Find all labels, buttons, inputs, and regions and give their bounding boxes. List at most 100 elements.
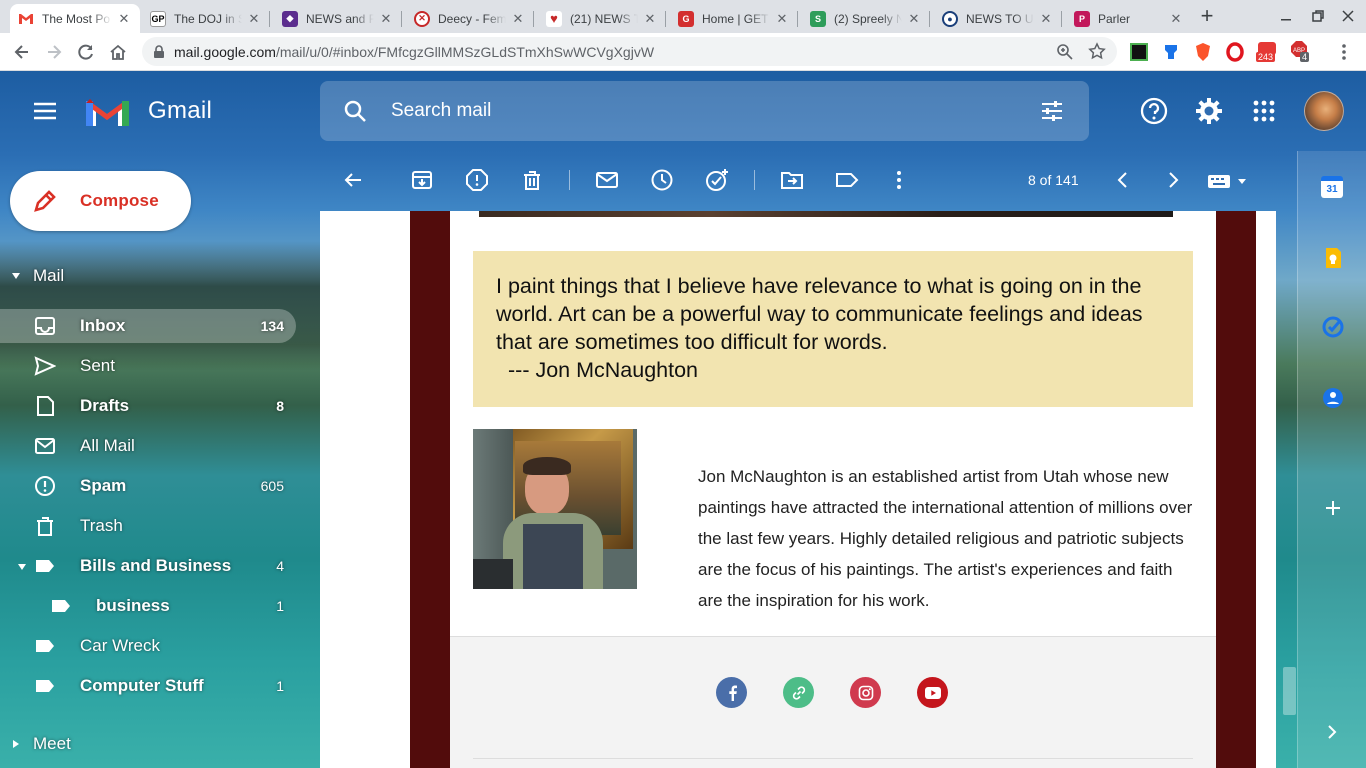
more-options-icon[interactable] bbox=[887, 168, 911, 192]
show-side-panel-chevron-icon[interactable] bbox=[1325, 725, 1339, 739]
nav-label-car-wreck[interactable]: Car Wreck bbox=[0, 629, 296, 663]
nav-drafts[interactable]: Drafts 8 bbox=[0, 389, 296, 423]
mail-section-header[interactable]: Mail bbox=[0, 259, 320, 293]
adblock-icon[interactable]: 243 bbox=[1256, 40, 1278, 62]
youtube-icon[interactable] bbox=[917, 677, 948, 708]
tasks-icon[interactable] bbox=[1322, 316, 1344, 338]
add-to-tasks-icon[interactable] bbox=[705, 168, 729, 192]
tab-close-icon[interactable]: ✕ bbox=[642, 11, 658, 27]
tab-doj[interactable]: GP The DOJ in S ✕ bbox=[142, 4, 270, 33]
mail-icon bbox=[34, 435, 56, 457]
minimize-button[interactable] bbox=[1278, 8, 1294, 24]
nav-count: 8 bbox=[276, 398, 284, 414]
tab-close-icon[interactable]: ✕ bbox=[510, 11, 526, 27]
contacts-icon[interactable] bbox=[1322, 387, 1344, 409]
restore-button[interactable] bbox=[1310, 8, 1326, 24]
tab-close-icon[interactable]: ✕ bbox=[774, 11, 790, 27]
nav-label-computer-stuff[interactable]: Computer Stuff 1 bbox=[0, 669, 296, 703]
tab-deecy[interactable]: ✕ Deecy - Fem ✕ bbox=[406, 4, 534, 33]
input-tools-keyboard-icon[interactable] bbox=[1207, 172, 1247, 190]
report-spam-icon[interactable] bbox=[465, 168, 489, 192]
mark-unread-icon[interactable] bbox=[595, 168, 619, 192]
move-to-icon[interactable] bbox=[780, 168, 804, 192]
nav-label-bills-and-business[interactable]: Bills and Business 4 bbox=[0, 549, 296, 583]
abp-icon[interactable]: ABP 4 bbox=[1290, 40, 1312, 62]
tab-parler[interactable]: P Parler ✕ bbox=[1066, 4, 1192, 33]
gmail-logo-text: Gmail bbox=[148, 97, 213, 124]
main-menu-icon[interactable] bbox=[32, 98, 58, 124]
forward-arrow-icon[interactable] bbox=[44, 42, 64, 62]
compose-button[interactable]: Compose bbox=[10, 171, 191, 231]
back-to-inbox-icon[interactable] bbox=[341, 168, 365, 192]
snooze-icon[interactable] bbox=[650, 168, 674, 192]
back-arrow-icon[interactable] bbox=[12, 42, 32, 62]
tab-gmail[interactable]: The Most Po ✕ bbox=[10, 4, 140, 33]
nav-label: Inbox bbox=[80, 316, 126, 335]
zoom-icon[interactable] bbox=[1056, 43, 1073, 60]
facebook-icon[interactable] bbox=[716, 677, 747, 708]
url-path: /mail/u/0/#inbox/FMfcgzGllMMSzGLdSTmXhSw… bbox=[275, 43, 655, 60]
older-chevron-right-icon[interactable] bbox=[1161, 168, 1185, 192]
search-input[interactable]: Search mail bbox=[391, 100, 491, 122]
settings-gear-icon[interactable] bbox=[1195, 97, 1223, 125]
nav-label-business[interactable]: business 1 bbox=[0, 589, 296, 623]
nav-label: Car Wreck bbox=[80, 636, 160, 655]
address-bar[interactable]: mail.google.com/mail/u/0/#inbox/FMfcgzGl… bbox=[142, 37, 1117, 66]
message-scrollbar[interactable] bbox=[1283, 667, 1296, 715]
search-options-icon[interactable] bbox=[1040, 99, 1064, 123]
bookmark-star-icon[interactable] bbox=[1088, 42, 1106, 60]
meet-section-header[interactable]: Meet bbox=[0, 727, 320, 761]
nav-label: Drafts bbox=[80, 396, 130, 415]
close-window-button[interactable] bbox=[1340, 8, 1356, 24]
archive-icon[interactable] bbox=[410, 168, 434, 192]
nav-sent[interactable]: Sent bbox=[0, 349, 296, 383]
header-image-edge bbox=[479, 211, 1173, 217]
link-icon[interactable] bbox=[783, 677, 814, 708]
opera-icon[interactable] bbox=[1226, 42, 1244, 62]
tab-close-icon[interactable]: ✕ bbox=[378, 11, 394, 27]
browser-menu-icon[interactable] bbox=[1336, 42, 1352, 62]
label-as-icon[interactable] bbox=[835, 168, 859, 192]
gmail-favicon bbox=[18, 11, 34, 27]
label-icon bbox=[50, 595, 72, 617]
help-icon[interactable] bbox=[1140, 97, 1168, 125]
tab-close-icon[interactable]: ✕ bbox=[906, 11, 922, 27]
newer-chevron-left-icon[interactable] bbox=[1111, 168, 1135, 192]
caret-right-icon bbox=[11, 739, 21, 749]
tab-close-icon[interactable]: ✕ bbox=[116, 11, 132, 27]
brave-icon[interactable] bbox=[1194, 42, 1212, 62]
tab-close-icon[interactable]: ✕ bbox=[1038, 11, 1054, 27]
google-apps-icon[interactable] bbox=[1253, 100, 1275, 122]
search-icon[interactable] bbox=[343, 99, 367, 123]
account-avatar[interactable] bbox=[1304, 91, 1344, 131]
search-bar[interactable]: Search mail bbox=[320, 81, 1089, 141]
extension-icon[interactable] bbox=[1162, 42, 1180, 62]
reload-icon[interactable] bbox=[76, 42, 96, 62]
keep-icon[interactable] bbox=[1323, 246, 1343, 270]
tab-news-to-u[interactable]: ● NEWS TO U ✕ bbox=[934, 4, 1062, 33]
nav-spam[interactable]: Spam 605 bbox=[0, 469, 296, 503]
tab-spreely[interactable]: S (2) Spreely N ✕ bbox=[802, 4, 930, 33]
pencil-icon bbox=[32, 188, 58, 214]
tab-close-icon[interactable]: ✕ bbox=[1168, 11, 1184, 27]
gmail-logo-icon[interactable] bbox=[85, 95, 130, 128]
nav-all-mail[interactable]: All Mail bbox=[0, 429, 296, 463]
url-host: mail.google.com bbox=[174, 43, 276, 60]
instagram-icon[interactable] bbox=[850, 677, 881, 708]
lock-icon bbox=[153, 45, 165, 58]
side-panel: 31 bbox=[1297, 151, 1366, 768]
nav-inbox[interactable]: Inbox 134 bbox=[0, 309, 296, 343]
tab-news-and[interactable]: ◆ NEWS and F ✕ bbox=[274, 4, 402, 33]
home-icon[interactable] bbox=[108, 42, 128, 62]
tab-gettr[interactable]: G Home | GET ✕ bbox=[670, 4, 798, 33]
new-tab-button[interactable]: + bbox=[1196, 5, 1218, 27]
calendar-icon[interactable]: 31 bbox=[1321, 176, 1343, 198]
caret-down-icon[interactable] bbox=[17, 562, 27, 572]
add-addon-icon[interactable] bbox=[1325, 500, 1341, 516]
extension-icon[interactable] bbox=[1130, 43, 1148, 61]
draft-icon bbox=[34, 395, 56, 417]
tab-close-icon[interactable]: ✕ bbox=[246, 11, 262, 27]
tab-news-21[interactable]: ♥ (21) NEWS T ✕ bbox=[538, 4, 666, 33]
nav-trash[interactable]: Trash bbox=[0, 509, 296, 543]
delete-icon[interactable] bbox=[520, 168, 544, 192]
